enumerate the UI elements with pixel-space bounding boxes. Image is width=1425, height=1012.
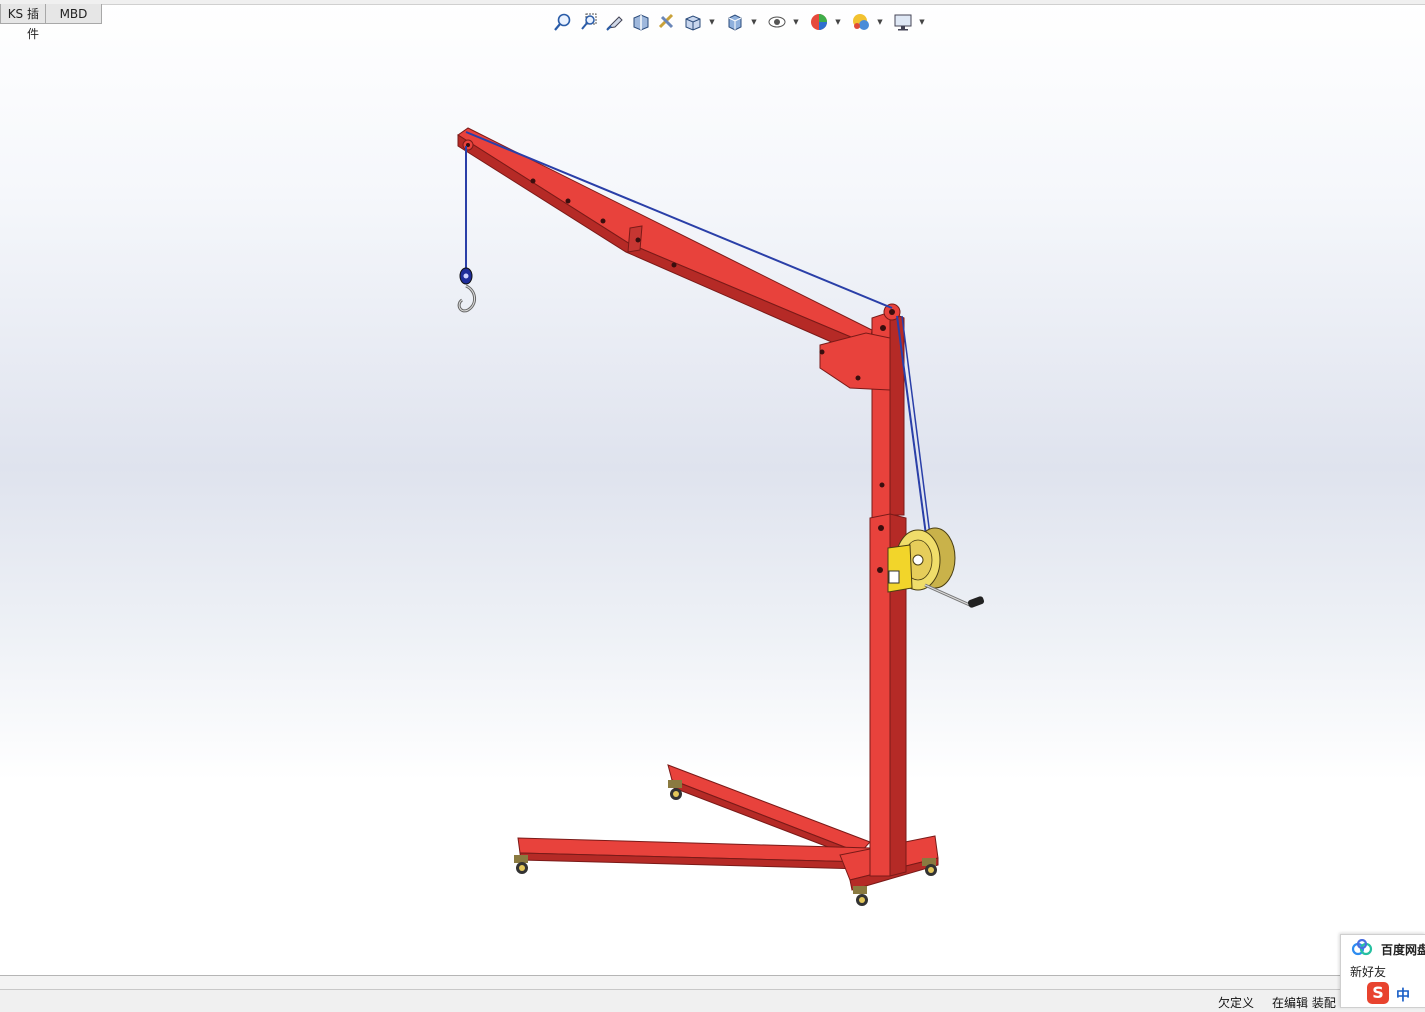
sogou-ime-icon[interactable]: S	[1367, 982, 1389, 1004]
crane-boom	[457, 127, 891, 391]
crane-hook	[457, 267, 476, 313]
graphics-viewport[interactable]: KS 插件 MBD ▼ ▼ ▼ ▼ ▼ ▼	[0, 0, 1425, 975]
horizontal-scrollbar[interactable]	[0, 975, 1425, 990]
status-editing: 在编辑 装配	[1272, 996, 1336, 1010]
baidu-netdisk-icon	[1351, 938, 1373, 960]
status-underdefined: 欠定义	[1218, 996, 1255, 1010]
notification-title: 百度网盘	[1381, 943, 1425, 957]
baidu-netdisk-notification[interactable]: 百度网盘 新好友 S 中	[1340, 934, 1425, 1008]
ime-mode-indicator[interactable]: 中	[1396, 985, 1410, 1005]
status-bar: 欠定义 在编辑 装配	[0, 989, 1425, 1012]
notification-subtitle: 新好友	[1350, 965, 1387, 979]
crane-model[interactable]	[0, 0, 1425, 975]
